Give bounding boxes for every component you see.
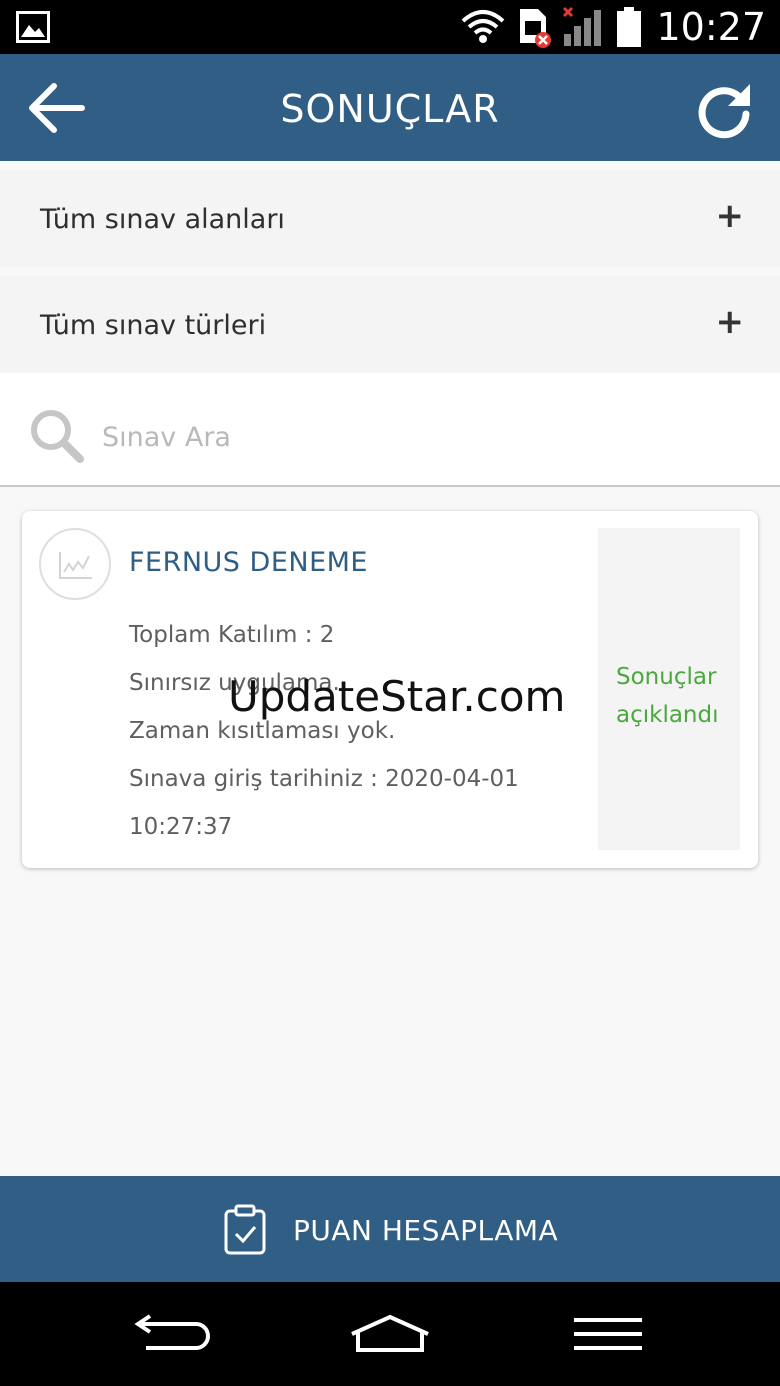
filter-label: Tüm sınav alanları	[40, 204, 285, 235]
menu-nav-icon[interactable]	[572, 1314, 644, 1354]
avatar	[39, 528, 111, 600]
image-notification-icon	[16, 11, 50, 43]
filter-exam-types[interactable]: Tüm sınav türleri +	[0, 276, 780, 373]
status-badge: Sonuçlar açıklandı	[616, 664, 719, 728]
time-limit-text: Zaman kısıtlaması yok.	[129, 718, 396, 744]
sim-error-icon	[520, 9, 552, 48]
exam-title: FERNUS DENEME	[129, 547, 368, 578]
page-title: SONUÇLAR	[280, 87, 500, 131]
status-bar: 10:27	[0, 0, 780, 54]
filter-label: Tüm sınav türleri	[40, 310, 267, 341]
total-participation: Toplam Katılım : 2	[129, 622, 335, 648]
entry-time: 10:27:37	[129, 814, 233, 840]
clock: 10:27	[656, 5, 766, 49]
plus-icon[interactable]: +	[716, 302, 745, 342]
clipboard-check-icon	[224, 1204, 266, 1255]
plus-icon[interactable]: +	[716, 196, 745, 236]
refresh-icon[interactable]	[694, 80, 754, 140]
wifi-icon	[462, 10, 505, 43]
filter-exam-areas[interactable]: Tüm sınav alanları +	[0, 170, 780, 267]
system-nav-bar	[0, 1282, 780, 1386]
search-bar	[0, 373, 780, 487]
home-nav-icon[interactable]	[348, 1314, 432, 1354]
search-icon	[31, 410, 84, 463]
chart-icon	[59, 552, 92, 579]
entry-date: Sınava giriş tarihiniz : 2020-04-01	[129, 766, 519, 792]
back-nav-icon[interactable]	[132, 1314, 212, 1354]
app-bar: SONUÇLAR	[0, 54, 780, 161]
signal-icon	[563, 6, 602, 46]
search-input[interactable]	[102, 417, 602, 457]
status-panel: Sonuçlar açıklandı	[598, 528, 740, 850]
watermark: UpdateStar.com	[228, 672, 566, 721]
score-calculation-button[interactable]: PUAN HESAPLAMA	[0, 1176, 780, 1282]
score-calculation-label: PUAN HESAPLAMA	[293, 1214, 559, 1247]
battery-icon	[617, 7, 642, 47]
